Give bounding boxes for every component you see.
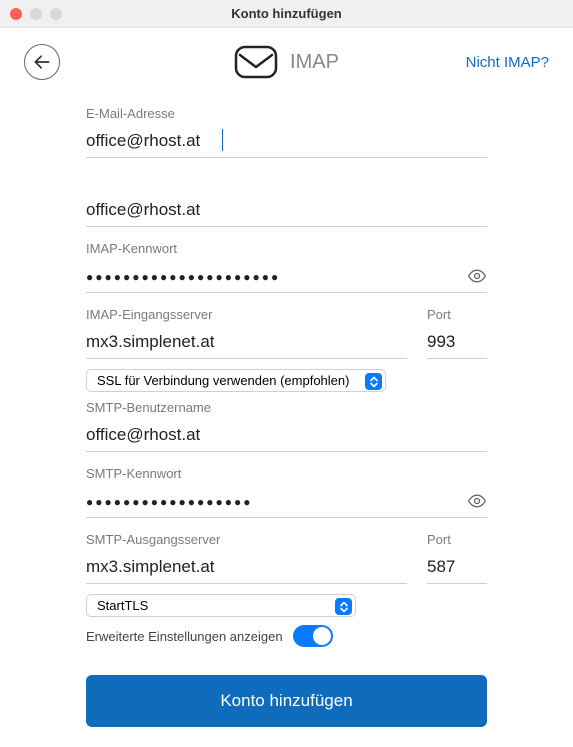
smtp-password-input[interactable]: ●●●●●●●●●●●●●●●●●● [86, 485, 487, 518]
toggle-knob [313, 627, 331, 645]
imap-port-label: Port [427, 307, 487, 322]
smtp-server-input[interactable] [86, 551, 407, 584]
imap-server-input[interactable] [86, 326, 407, 359]
email-label: E-Mail-Adresse [86, 106, 487, 121]
smtp-server-row: SMTP-Ausgangsserver Port [86, 532, 487, 584]
imap-port-input[interactable] [427, 326, 487, 359]
chevron-up-down-icon [369, 376, 379, 388]
add-account-button[interactable]: Konto hinzufügen [86, 675, 487, 727]
imap-ssl-select[interactable]: SSL für Verbindung verwenden (empfohlen) [86, 369, 386, 392]
smtp-port-input[interactable] [427, 551, 487, 584]
smtp-user-group: SMTP-Benutzername [86, 400, 487, 452]
smtp-tls-selected: StartTLS [97, 598, 148, 613]
advanced-toggle[interactable] [293, 625, 333, 647]
smtp-user-input[interactable] [86, 419, 487, 452]
smtp-tls-select-row: StartTLS [86, 594, 487, 617]
form: E-Mail-Adresse office@rhost.at IMAP-Kenn… [0, 106, 573, 747]
window-title: Konto hinzufügen [0, 6, 573, 21]
header-row: IMAP Nicht IMAP? [0, 28, 573, 92]
mail-icon [234, 45, 278, 79]
email-input[interactable] [86, 125, 487, 158]
smtp-tls-select[interactable]: StartTLS [86, 594, 356, 617]
protocol-label: IMAP [290, 51, 339, 74]
minimize-window-button[interactable] [30, 8, 42, 20]
text-cursor [222, 129, 223, 151]
imap-ssl-select-row: SSL für Verbindung verwenden (empfohlen) [86, 369, 487, 392]
imap-server-row: IMAP-Eingangsserver Port [86, 307, 487, 359]
advanced-toggle-row: Erweiterte Einstellungen anzeigen [86, 625, 487, 647]
imap-password-label: IMAP-Kennwort [86, 241, 487, 256]
smtp-user-label: SMTP-Benutzername [86, 400, 487, 415]
email-field-group: E-Mail-Adresse [86, 106, 487, 158]
close-window-button[interactable] [10, 8, 22, 20]
not-imap-link[interactable]: Nicht IMAP? [466, 54, 549, 71]
imap-server-label: IMAP-Eingangsserver [86, 307, 407, 322]
imap-password-input[interactable]: ●●●●●●●●●●●●●●●●●●●●● [86, 260, 487, 293]
eye-icon [467, 491, 487, 511]
smtp-password-label: SMTP-Kennwort [86, 466, 487, 481]
advanced-label: Erweiterte Einstellungen anzeigen [86, 629, 283, 644]
show-imap-password-button[interactable] [467, 266, 487, 291]
eye-icon [467, 266, 487, 286]
smtp-password-group: SMTP-Kennwort ●●●●●●●●●●●●●●●●●● [86, 466, 487, 518]
titlebar: Konto hinzufügen [0, 0, 573, 28]
select-caret [365, 373, 382, 390]
imap-ssl-selected: SSL für Verbindung verwenden (empfohlen) [97, 373, 349, 388]
smtp-server-label: SMTP-Ausgangsserver [86, 532, 407, 547]
username-input[interactable]: office@rhost.at [86, 194, 487, 227]
arrow-left-icon [32, 52, 52, 72]
smtp-port-label: Port [427, 532, 487, 547]
show-smtp-password-button[interactable] [467, 491, 487, 516]
select-caret [335, 598, 352, 615]
username-field-group: office@rhost.at [86, 194, 487, 227]
chevron-up-down-icon [339, 601, 349, 613]
back-button[interactable] [24, 44, 60, 80]
imap-password-group: IMAP-Kennwort ●●●●●●●●●●●●●●●●●●●●● [86, 241, 487, 293]
traffic-lights [0, 8, 62, 20]
zoom-window-button[interactable] [50, 8, 62, 20]
